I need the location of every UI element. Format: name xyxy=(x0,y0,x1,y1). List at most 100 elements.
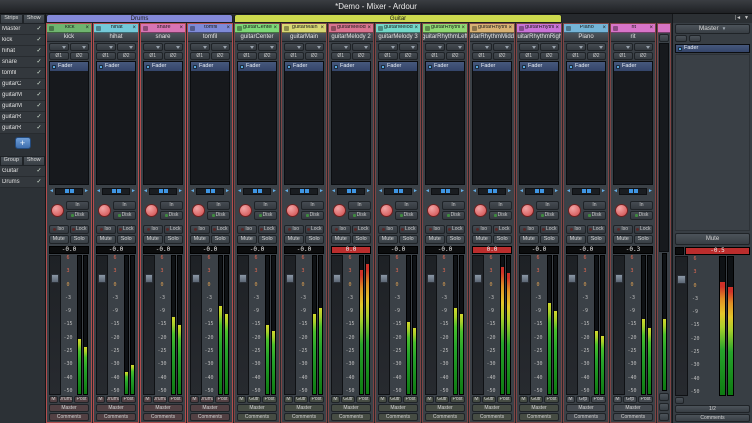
fader-led-icon[interactable] xyxy=(381,65,385,69)
phase-invert-1-button[interactable]: Ø1 xyxy=(190,52,210,60)
close-icon[interactable]: × xyxy=(555,25,559,31)
strip-list-item[interactable]: guitarR ✓ xyxy=(0,112,45,123)
close-icon[interactable]: × xyxy=(649,25,653,31)
fader-processor-entry[interactable]: Fader xyxy=(285,62,323,71)
solo-isolate-button[interactable]: Iso xyxy=(378,225,398,234)
group-visible-checkbox[interactable]: ✓ xyxy=(35,168,43,174)
processor-box[interactable]: Fader xyxy=(143,61,183,185)
metering-mode-button[interactable]: M xyxy=(566,396,575,403)
strip-color-bar[interactable]: kick × xyxy=(47,24,91,33)
pan-slider[interactable] xyxy=(243,188,271,195)
strip-menu-icon[interactable] xyxy=(566,26,571,31)
fader-processor-entry[interactable]: Fader xyxy=(144,62,182,71)
gain-fader[interactable] xyxy=(237,255,249,395)
monitor-disk-button[interactable]: Disk xyxy=(254,211,277,220)
phase-invert-2-button[interactable]: Ø2 xyxy=(164,52,184,60)
output-route-button[interactable]: Master xyxy=(237,404,277,412)
close-icon[interactable]: × xyxy=(132,25,136,31)
pan-left-arrow-icon[interactable]: ◄ xyxy=(519,189,524,194)
solo-lock-button[interactable]: Lock xyxy=(399,225,419,234)
gain-fader[interactable] xyxy=(96,255,108,395)
strip-list-item[interactable]: hihat ✓ xyxy=(0,46,45,57)
fader-led-icon[interactable] xyxy=(99,65,103,69)
fader-led-icon[interactable] xyxy=(569,65,573,69)
metering-mode-button[interactable]: M xyxy=(284,396,293,403)
input-button[interactable] xyxy=(378,43,398,51)
strip-menu-icon[interactable] xyxy=(190,26,195,31)
group-list-item[interactable]: Drums ✓ xyxy=(0,177,45,188)
mute-button[interactable]: Mute xyxy=(237,235,257,244)
group-list-item[interactable]: Guitar ✓ xyxy=(0,166,45,177)
solo-button[interactable]: Solo xyxy=(634,235,654,244)
processor-box[interactable]: Fader xyxy=(96,61,136,185)
strip-name-button[interactable]: kick xyxy=(47,33,91,42)
fader-processor-entry[interactable]: Fader xyxy=(191,62,229,71)
phase-invert-2-button[interactable]: Ø2 xyxy=(493,52,513,60)
route-group-button[interactable]: Gutr xyxy=(482,396,496,403)
monitor-disk-button[interactable]: Disk xyxy=(113,211,136,220)
strip-color-bar[interactable]: guitarMelody 3 × xyxy=(376,24,420,33)
output-route-button[interactable]: Master xyxy=(143,404,183,412)
monitor-input-button[interactable]: In xyxy=(583,201,606,210)
mute-button[interactable]: Mute xyxy=(566,235,586,244)
solo-isolate-button[interactable]: Iso xyxy=(331,225,351,234)
pan-left-arrow-icon[interactable]: ◄ xyxy=(143,189,148,194)
solo-lock-button[interactable]: Lock xyxy=(634,225,654,234)
solo-isolate-button[interactable]: Iso xyxy=(190,225,210,234)
record-arm-button[interactable] xyxy=(333,204,346,217)
mute-button[interactable]: Mute xyxy=(49,235,69,244)
meter-point-button[interactable]: Post xyxy=(168,396,183,403)
monitor-input-button[interactable]: In xyxy=(160,201,183,210)
fader-processor-entry[interactable]: Fader xyxy=(379,62,417,71)
pan-slider[interactable] xyxy=(149,188,177,195)
record-arm-button[interactable] xyxy=(521,204,534,217)
comments-button[interactable]: Comments xyxy=(190,413,230,421)
strip-color-bar[interactable]: guitarMain × xyxy=(282,24,326,33)
solo-isolate-button[interactable]: Iso xyxy=(237,225,257,234)
pan-left-arrow-icon[interactable]: ◄ xyxy=(613,189,618,194)
solo-lock-button[interactable]: Lock xyxy=(70,225,90,234)
pan-slider[interactable] xyxy=(196,188,224,195)
input-button[interactable] xyxy=(284,43,304,51)
output-route-button[interactable]: Master xyxy=(284,404,324,412)
mute-button[interactable]: Mute xyxy=(378,235,398,244)
strip-list-item[interactable]: kick ✓ xyxy=(0,35,45,46)
meter-point-button[interactable]: Post xyxy=(544,396,559,403)
trim-button[interactable] xyxy=(587,43,607,51)
record-arm-button[interactable] xyxy=(286,204,299,217)
strip-name-button[interactable]: hihat xyxy=(94,33,138,42)
strip-list-item[interactable]: Master ✓ xyxy=(0,24,45,35)
strip-name-button[interactable]: guitarMain xyxy=(282,33,326,42)
input-button[interactable] xyxy=(49,43,69,51)
solo-button[interactable]: Solo xyxy=(117,235,137,244)
metering-mode-button[interactable]: M xyxy=(425,396,434,403)
gain-fader[interactable] xyxy=(49,255,61,395)
solo-button[interactable]: Solo xyxy=(258,235,278,244)
strip-color-bar[interactable]: guitarMelody 2 × xyxy=(329,24,373,33)
fader-processor-entry[interactable]: Fader xyxy=(332,62,370,71)
phase-invert-1-button[interactable]: Ø1 xyxy=(49,52,69,60)
fader-processor-entry[interactable]: Fader xyxy=(426,62,464,71)
gain-display[interactable]: -0.0 xyxy=(96,246,136,254)
solo-button[interactable]: Solo xyxy=(352,235,372,244)
gain-display[interactable]: 0.0 xyxy=(331,246,371,254)
strip-list-item[interactable]: guitarR ✓ xyxy=(0,123,45,134)
solo-lock-button[interactable]: Lock xyxy=(352,225,372,234)
gain-display[interactable]: -0.0 xyxy=(49,246,89,254)
gain-display[interactable]: -0.0 xyxy=(284,246,324,254)
input-button[interactable] xyxy=(519,43,539,51)
mute-button[interactable]: Mute xyxy=(284,235,304,244)
mute-button[interactable]: Mute xyxy=(472,235,492,244)
narrow-strip[interactable] xyxy=(657,23,671,423)
pan-slider[interactable] xyxy=(337,188,365,195)
master-gain-display[interactable]: -0.5 xyxy=(685,247,750,255)
output-route-button[interactable]: Master xyxy=(331,404,371,412)
route-group-button[interactable]: Gutr xyxy=(247,396,261,403)
master-menu-icon[interactable]: ▼ xyxy=(744,16,749,21)
close-icon[interactable]: × xyxy=(602,25,606,31)
strip-color-bar[interactable]: guitarCenter × xyxy=(235,24,279,33)
pan-right-arrow-icon[interactable]: ► xyxy=(272,189,277,194)
monitor-input-button[interactable]: In xyxy=(254,201,277,210)
processor-box[interactable]: Fader xyxy=(237,61,277,185)
solo-button[interactable]: Solo xyxy=(587,235,607,244)
